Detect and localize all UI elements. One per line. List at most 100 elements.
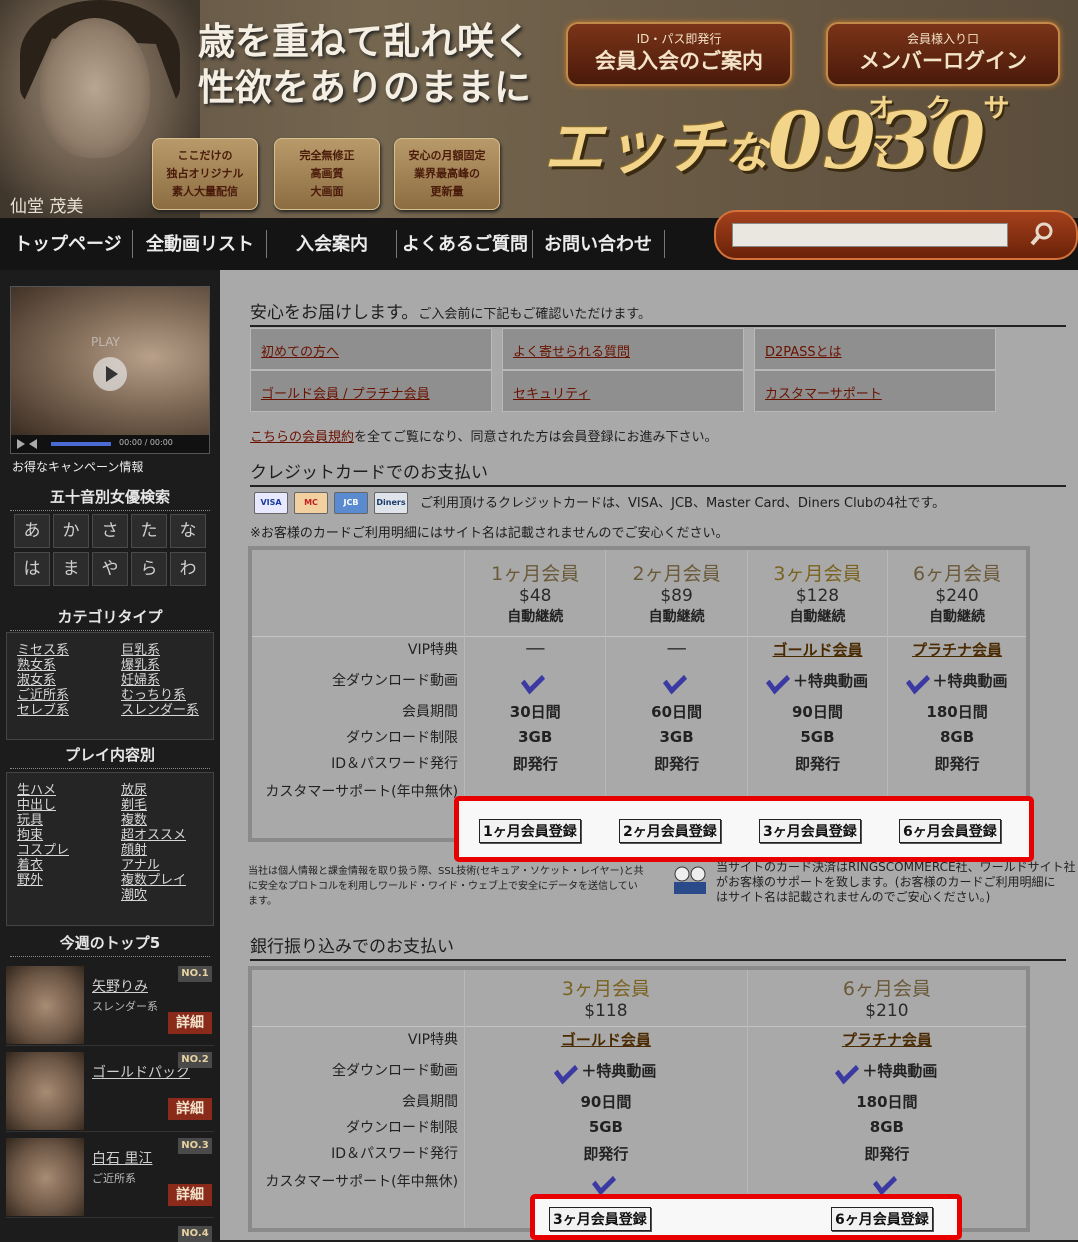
bank-register-3month-button[interactable]: 3ヶ月会員登録 (549, 1207, 651, 1231)
kana-ka[interactable]: か (53, 514, 89, 548)
check-icon (765, 667, 790, 695)
register-2month-button[interactable]: 2ヶ月会員登録 (619, 819, 721, 843)
check-icon (554, 1057, 579, 1085)
diners-icon: Diners (374, 492, 408, 514)
detail-button[interactable]: 詳細 (168, 1012, 212, 1034)
ssl-note: 当社は個人情報と課金情報を取り扱う際、SSL技術(セキュア・ソケット・レイヤー)… (248, 866, 644, 907)
category-title: カテゴリタイプ (10, 606, 210, 631)
badge-original: ここだけの 独占オリジナル 素人大量配信 (152, 138, 258, 210)
link-support[interactable]: カスタマーサポート (754, 370, 996, 412)
nav-video-list[interactable]: 全動画リスト (146, 230, 254, 256)
rank-thumbnail[interactable] (6, 966, 84, 1044)
plan-header: 2ヶ月会員 $89 自動継続 (605, 548, 748, 636)
detail-button[interactable]: 詳細 (168, 1184, 212, 1206)
link-gold-platinum[interactable]: ゴールド会員 / プラチナ会員 (250, 370, 492, 412)
join-guide-button[interactable]: ID・パス即発行 会員入会のご案内 (566, 22, 792, 86)
bank-register-highlight: 3ヶ月会員登録 6ヶ月会員登録 (530, 1194, 962, 1240)
register-1month-button[interactable]: 1ヶ月会員登録 (479, 819, 581, 843)
credit-card-title: クレジットカードでのお支払い (250, 458, 1066, 487)
check-icon (872, 1168, 897, 1195)
rank-item[interactable]: 白石 里江 ご近所系 NO.3 詳細 (6, 1138, 214, 1218)
plan-header: 1ヶ月会員 $48 自動継続 (464, 548, 606, 636)
main-content: 安心をお届けします。ご入会前に下記もご確認いただけます。 初めての方へ よく寄せ… (220, 270, 1078, 1240)
play-type-title: プレイ内容別 (10, 744, 210, 769)
search-input[interactable] (732, 223, 1008, 247)
kana-ya[interactable]: や (92, 552, 128, 586)
video-controls: 00:00 / 00:00 (11, 435, 209, 453)
top5-title: 今週のトップ5 (10, 932, 210, 957)
check-icon (905, 667, 930, 695)
kana-sa[interactable]: さ (92, 514, 128, 548)
search-box (714, 210, 1078, 260)
intro-title: 安心をお届けします。ご入会前に下記もご確認いただけます。 (250, 298, 1066, 327)
nav-join-info[interactable]: 入会案内 (296, 230, 368, 256)
link-beginner[interactable]: 初めての方へ (250, 328, 492, 370)
promo-video[interactable]: PLAY 00:00 / 00:00 (10, 286, 210, 454)
check-icon (591, 1168, 616, 1195)
kana-search-title: 五十音別女優検索 (10, 486, 210, 511)
detail-button[interactable]: 詳細 (168, 1098, 212, 1120)
link-faq[interactable]: よく寄せられる質問 (502, 328, 744, 370)
rank-thumbnail[interactable] (6, 1052, 84, 1130)
check-icon (835, 1057, 860, 1085)
bank-register-6month-button[interactable]: 6ヶ月会員登録 (831, 1207, 933, 1231)
search-icon[interactable] (1028, 220, 1056, 248)
kana-ma[interactable]: ま (53, 552, 89, 586)
support-staff-icon (674, 866, 706, 894)
bank-plans: 3ヶ月会員 $118 6ヶ月会員 $210 VIP特典 ゴールド会員 プラチナ会員 全ダ… (248, 966, 1030, 1232)
nav-contact[interactable]: お問い合わせ (544, 230, 652, 256)
check-icon (521, 667, 546, 694)
member-login-button[interactable]: 会員様入り口 メンバーログイン (826, 22, 1060, 86)
kana-wa[interactable]: わ (170, 552, 206, 586)
plan-header: 3ヶ月会員 $128 自動継続 (746, 548, 888, 636)
play-type-box: 生ハメ 中出し 玩具 拘束 コスプレ 着衣 野外 放尿 剃毛 複数 超オススメ … (6, 772, 214, 926)
cc-register-highlight: 1ヶ月会員登録 2ヶ月会員登録 3ヶ月会員登録 6ヶ月会員登録 (454, 796, 1034, 862)
kana-ha[interactable]: は (14, 552, 50, 586)
check-icon (662, 667, 687, 694)
badge-monthly: 安心の月額固定 業界最高峰の 更新量 (394, 138, 500, 210)
register-3month-button[interactable]: 3ヶ月会員登録 (759, 819, 861, 843)
kana-ra[interactable]: ら (131, 552, 167, 586)
bank-transfer-title: 銀行振り込みでのお支払い (250, 932, 1066, 961)
kana-ta[interactable]: た (131, 514, 167, 548)
campaign-link[interactable]: お得なキャンペーン情報 (12, 458, 143, 475)
nav-top[interactable]: トップページ (14, 230, 122, 256)
sidebar: PLAY 00:00 / 00:00 お得なキャンペーン情報 五十音別女優検索 … (0, 270, 220, 1242)
link-security[interactable]: セキュリティ (502, 370, 744, 412)
badge-uncensored: 完全無修正 高画質 大画面 (274, 138, 380, 210)
category-box: ミセス系 熟女系 淑女系 ご近所系 セレブ系 巨乳系 爆乳系 妊婦系 むっちり系… (6, 632, 214, 740)
terms-note: こちらの会員規約を全てご覧になり、同意された方は会員登録にお進み下さい。 (250, 430, 718, 445)
plan-header: 3ヶ月会員 $118 (464, 968, 748, 1026)
play-link[interactable]: 野外 (17, 869, 43, 888)
play-icon[interactable] (93, 357, 127, 391)
platinum-member-link[interactable]: プラチナ会員 (842, 1031, 932, 1049)
site-header: 仙堂 茂美 歳を重ねて乱れ咲く 性欲をありのままに ここだけの 独占オリジナル 素人… (0, 0, 1078, 218)
nav-faq[interactable]: よくあるご質問 (402, 230, 528, 256)
cat-link[interactable]: セレブ系 (17, 699, 69, 718)
seek-bar[interactable] (51, 442, 111, 446)
gold-member-link[interactable]: ゴールド会員 (561, 1031, 651, 1049)
site-logo[interactable]: エッチな0930 (544, 96, 985, 187)
rank-item[interactable]: 矢野りみ スレンダー系 NO.1 詳細 (6, 966, 214, 1046)
gold-member-link[interactable]: ゴールド会員 (772, 641, 862, 659)
support-note: 当サイトのカード決済はRINGSCOMMERCE社、ワールドサイト社 がお客様のサ… (716, 860, 1076, 904)
register-6month-button[interactable]: 6ヶ月会員登録 (899, 819, 1001, 843)
mastercard-icon: MC (294, 492, 328, 514)
link-d2pass[interactable]: D2PASSとは (754, 328, 996, 370)
visa-icon: VISA (254, 492, 288, 514)
plan-header: 6ヶ月会員 $210 (746, 968, 1028, 1026)
play-control-icon[interactable] (15, 438, 45, 450)
kana-a[interactable]: あ (14, 514, 50, 548)
plan-header: 6ヶ月会員 $240 自動継続 (887, 548, 1028, 636)
rank-item[interactable]: NO.4 (6, 1224, 214, 1242)
rank-item[interactable]: ゴールドパック NO.2 詳細 (6, 1052, 214, 1132)
jcb-icon: JCB (334, 492, 368, 514)
platinum-member-link[interactable]: プラチナ会員 (912, 641, 1002, 659)
rank-thumbnail[interactable] (6, 1138, 84, 1216)
actress-name: 仙堂 茂美 (10, 197, 84, 217)
kana-na[interactable]: な (170, 514, 206, 548)
cat-link[interactable]: スレンダー系 (121, 699, 199, 718)
terms-link[interactable]: こちらの会員規約 (250, 430, 354, 445)
headline: 歳を重ねて乱れ咲く 性欲をありのままに (198, 19, 531, 109)
play-link[interactable]: 潮吹 (121, 884, 147, 903)
